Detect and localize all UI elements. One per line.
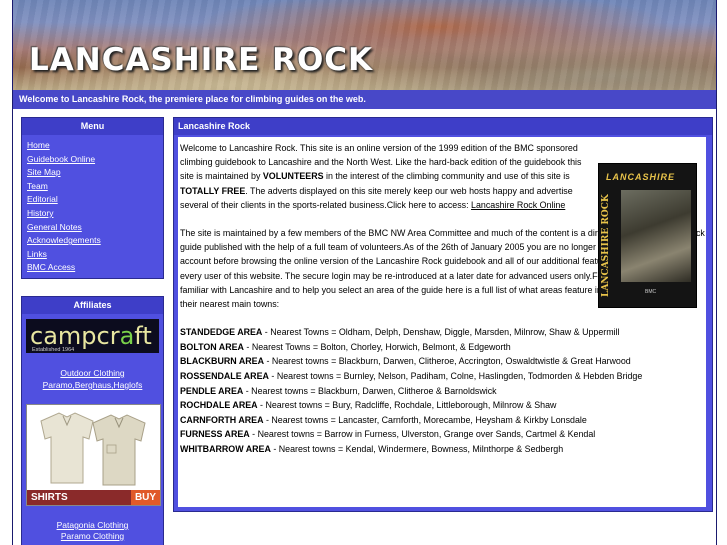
menu-item: BMC Access — [27, 261, 163, 275]
campcraft-word-b: a — [119, 322, 135, 350]
content-body: Welcome to Lancashire Rock. This site is… — [178, 137, 706, 507]
area-name: CARNFORTH AREA — [180, 414, 264, 425]
menu-item: Home — [27, 139, 163, 153]
content-panel: Lancashire Rock Welcome to Lancashire Ro… — [173, 117, 713, 512]
area-name: BOLTON AREA — [180, 341, 244, 352]
area-row: ROSSENDALE AREA - Nearest towns = Burnle… — [180, 369, 706, 384]
menu-panel: Menu Home Guidebook Online Site Map Team… — [21, 117, 164, 279]
areas-list: STANDEDGE AREA - Nearest Towns = Oldham,… — [180, 325, 706, 456]
campcraft-wordmark: campcraft — [30, 322, 152, 350]
area-towns: - Nearest towns = Kendal, Windermere, Bo… — [270, 443, 564, 454]
book-cover-title: LANCASHIRE — [606, 172, 676, 182]
menu-link-links[interactable]: Links — [27, 249, 47, 259]
area-row: WHITBARROW AREA - Nearest towns = Kendal… — [180, 442, 706, 457]
affiliate-link-row: Paramo Clothing — [22, 530, 163, 542]
intro-paragraph: Welcome to Lancashire Rock. This site is… — [180, 141, 590, 212]
area-towns: - Nearest towns = Bury, Radcliffe, Rochd… — [257, 400, 557, 411]
area-towns: - Nearest towns = Blackburn, Darwen, Cli… — [243, 385, 497, 396]
menu-item: History — [27, 207, 163, 221]
area-row: FURNESS AREA - Nearest towns = Barrow in… — [180, 427, 706, 442]
menu-link-acknowledgements[interactable]: Acknowledgements — [27, 235, 101, 245]
shirts-label: SHIRTS — [27, 490, 131, 505]
book-cover-photo — [621, 190, 691, 282]
area-name: STANDEDGE AREA — [180, 327, 263, 338]
header-banner: LANCASHIRE ROCK — [13, 0, 716, 90]
page: LANCASHIRE ROCK Welcome to Lancashire Ro… — [12, 0, 717, 545]
area-towns: - Nearest towns = Blackburn, Darwen, Cli… — [263, 356, 631, 367]
menu-item: Team — [27, 180, 163, 194]
site-title: LANCASHIRE ROCK — [29, 42, 374, 78]
menu-item: Guidebook Online — [27, 153, 163, 167]
campcraft-word-c: ft — [134, 322, 152, 350]
menu-link-history[interactable]: History — [27, 208, 53, 218]
lancashire-rock-online-link[interactable]: Lancashire Rock Online — [471, 200, 565, 210]
area-towns: - Nearest Towns = Oldham, Delph, Denshaw… — [262, 327, 620, 338]
menu-link-site-map[interactable]: Site Map — [27, 167, 61, 177]
area-name: ROSSENDALE AREA — [180, 371, 269, 382]
area-row: BLACKBURN AREA - Nearest towns = Blackbu… — [180, 354, 706, 369]
paramo-berghaus-haglofs-link[interactable]: Paramo,Berghaus,Haglofs — [43, 380, 143, 390]
book-publisher: BMC — [645, 289, 657, 295]
shirts-image-icon — [27, 405, 160, 490]
affiliates-heading: Affiliates — [22, 297, 163, 314]
menu-item: Editorial — [27, 193, 163, 207]
area-row: STANDEDGE AREA - Nearest Towns = Oldham,… — [180, 325, 706, 340]
area-name: BLACKBURN AREA — [180, 356, 264, 367]
menu-item: General Notes — [27, 221, 163, 235]
area-towns: - Nearest towns = Barrow in Furness, Ulv… — [249, 429, 596, 440]
menu-list: Home Guidebook Online Site Map Team Edit… — [22, 139, 163, 275]
shirts-advert[interactable]: SHIRTS BUY — [26, 404, 161, 506]
tagline: Welcome to Lancashire Rock, the premiere… — [19, 94, 366, 104]
menu-link-home[interactable]: Home — [27, 140, 50, 150]
area-row: CARNFORTH AREA - Nearest towns = Lancast… — [180, 413, 706, 428]
area-towns: - Nearest Towns = Bolton, Chorley, Horwi… — [243, 341, 511, 352]
totally-free-text: TOTALLY FREE — [180, 185, 246, 196]
menu-link-team[interactable]: Team — [27, 181, 48, 191]
campcraft-established: Established 1964 — [32, 347, 75, 353]
menu-item: Site Map — [27, 166, 163, 180]
area-name: WHITBARROW AREA — [180, 443, 271, 454]
outdoor-clothing-link[interactable]: Outdoor Clothing — [60, 368, 124, 378]
patagonia-clothing-link[interactable]: Patagonia Clothing — [57, 520, 129, 530]
menu-link-guidebook-online[interactable]: Guidebook Online — [27, 154, 95, 164]
area-name: ROCHDALE AREA — [180, 400, 258, 411]
area-row: ROCHDALE AREA - Nearest towns = Bury, Ra… — [180, 398, 706, 413]
content-heading: Lancashire Rock — [174, 118, 712, 135]
area-towns: - Nearest towns = Burnley, Nelson, Padih… — [268, 371, 643, 382]
menu-item: Links — [27, 248, 163, 262]
area-row: BOLTON AREA - Nearest Towns = Bolton, Ch… — [180, 340, 706, 355]
affiliate-link-row: Outdoor Clothing — [22, 367, 163, 379]
area-name: PENDLE AREA — [180, 385, 244, 396]
buy-button[interactable]: BUY — [131, 490, 160, 505]
area-row: PENDLE AREA - Nearest towns = Blackburn,… — [180, 384, 706, 399]
affiliate-link-row: Paramo,Berghaus,Haglofs — [22, 379, 163, 391]
book-spine-title: LANCASHIRE ROCK — [601, 194, 611, 298]
affiliates-panel: Affiliates campcraft Established 1964 Ou… — [21, 296, 164, 545]
menu-link-bmc-access[interactable]: BMC Access — [27, 262, 75, 272]
menu-heading: Menu — [22, 118, 163, 135]
tagline-bar: Welcome to Lancashire Rock, the premiere… — [13, 90, 716, 109]
area-towns: - Nearest towns = Lancaster, Carnforth, … — [263, 414, 587, 425]
guidebook-cover-image[interactable]: LANCASHIRE LANCASHIRE ROCK BMC — [598, 163, 697, 308]
intro-text: in the interest of the climbing communit… — [323, 171, 570, 182]
volunteers-text: VOLUNTEERS — [262, 171, 324, 182]
menu-link-general-notes[interactable]: General Notes — [27, 222, 82, 232]
campcraft-logo[interactable]: campcraft Established 1964 — [26, 319, 159, 353]
menu-link-editorial[interactable]: Editorial — [27, 194, 58, 204]
menu-item: Acknowledgements — [27, 234, 163, 248]
paramo-clothing-link[interactable]: Paramo Clothing — [61, 531, 124, 541]
area-name: FURNESS AREA — [180, 429, 250, 440]
campcraft-word-a: campcr — [30, 322, 120, 350]
